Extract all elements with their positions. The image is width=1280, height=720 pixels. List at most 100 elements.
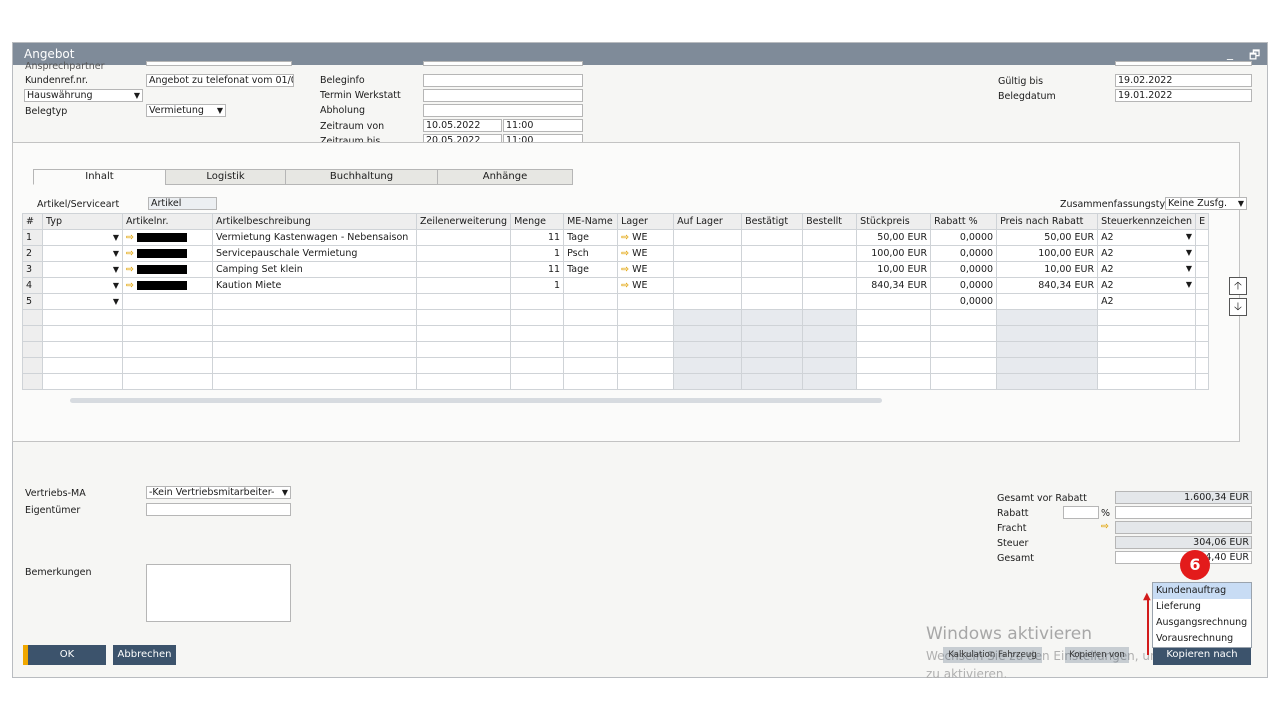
table-cell[interactable] <box>122 309 213 326</box>
table-cell[interactable] <box>415 373 512 390</box>
table-cell[interactable] <box>673 245 743 262</box>
table-cell[interactable] <box>741 373 804 390</box>
table-cell[interactable] <box>856 341 932 358</box>
table-cell[interactable] <box>415 261 512 278</box>
table-cell[interactable] <box>415 293 512 310</box>
table-cell[interactable]: ⇨ WE <box>617 261 675 278</box>
table-cell[interactable] <box>856 293 932 310</box>
table-cell[interactable] <box>1195 341 1210 358</box>
ok-button[interactable]: OK <box>28 645 106 665</box>
table-cell[interactable] <box>510 341 565 358</box>
table-cell[interactable] <box>1097 309 1197 326</box>
artikelnr-cell[interactable] <box>122 293 213 310</box>
table-cell[interactable]: A2 ▼ <box>1097 245 1197 262</box>
table-cell[interactable] <box>1195 325 1210 342</box>
table-cell[interactable]: Tage <box>563 261 619 278</box>
table-cell[interactable] <box>996 373 1099 390</box>
table-cell[interactable] <box>617 373 675 390</box>
table-cell[interactable] <box>415 245 512 262</box>
move-down-icon[interactable]: 🡣 <box>1229 298 1247 316</box>
table-cell[interactable] <box>996 293 1099 310</box>
table-cell[interactable] <box>122 325 213 342</box>
tab-inhalt[interactable]: Inhalt <box>33 169 166 185</box>
chevron-down-icon[interactable]: ▼ <box>1186 264 1192 273</box>
table-cell[interactable] <box>510 357 565 374</box>
table-row-empty[interactable] <box>22 325 1210 342</box>
table-cell[interactable]: 5 <box>22 293 43 310</box>
table-cell[interactable]: 50,00 EUR <box>856 229 932 246</box>
table-cell[interactable]: 11 <box>510 261 565 278</box>
buchungsdatum-field[interactable] <box>1115 61 1252 66</box>
typ-select[interactable]: ▼ <box>42 261 123 278</box>
table-cell[interactable] <box>212 293 417 310</box>
fracht-link-arrow-icon[interactable]: ⇨ <box>1101 521 1109 532</box>
table-cell[interactable] <box>802 229 858 246</box>
table-cell[interactable]: ⇨ WE <box>617 277 675 294</box>
table-cell[interactable] <box>930 373 998 390</box>
menu-item-lieferung[interactable]: Lieferung <box>1153 599 1251 615</box>
table-cell[interactable] <box>996 325 1099 342</box>
abbrechen-button[interactable]: Abbrechen <box>113 645 176 665</box>
table-cell[interactable] <box>930 357 998 374</box>
table-row-empty[interactable] <box>22 341 1210 358</box>
table-cell[interactable]: 100,00 EUR <box>996 245 1099 262</box>
table-cell[interactable] <box>22 357 43 374</box>
table-cell[interactable] <box>617 309 675 326</box>
typ-select[interactable]: ▼ <box>42 277 123 294</box>
menu-item-ausgangsrechnung[interactable]: Ausgangsrechnung <box>1153 615 1251 631</box>
rabatt-value-field[interactable] <box>1115 506 1252 519</box>
table-cell[interactable] <box>802 293 858 310</box>
table-row[interactable]: 1 ▼ ⇨ Vermietung Kastenwagen - Nebensaison… <box>22 229 1210 246</box>
table-cell[interactable]: 2 <box>22 245 43 262</box>
table-cell[interactable] <box>22 341 43 358</box>
table-cell[interactable] <box>212 325 417 342</box>
table-cell[interactable]: 0,0000 <box>930 261 998 278</box>
table-cell[interactable] <box>673 325 743 342</box>
chevron-down-icon[interactable]: ▼ <box>1186 248 1192 257</box>
table-cell[interactable] <box>1195 293 1210 310</box>
kopieren-nach-button[interactable]: Kopieren nach <box>1153 645 1251 665</box>
rabatt-percent-field[interactable] <box>1063 506 1099 519</box>
table-cell[interactable] <box>673 293 743 310</box>
artikelnr-cell[interactable]: ⇨ <box>122 277 213 294</box>
belegdatum-field[interactable]: 19.01.2022 <box>1115 89 1252 102</box>
tab-logistik[interactable]: Logistik <box>165 169 286 185</box>
tab-anhaenge[interactable]: Anhänge <box>437 169 573 185</box>
col-header[interactable]: Lager <box>617 213 675 230</box>
table-cell[interactable]: ⇨ WE <box>617 229 675 246</box>
table-cell[interactable] <box>563 341 619 358</box>
col-header[interactable]: E <box>1195 213 1210 230</box>
table-cell[interactable]: 11 <box>510 229 565 246</box>
table-cell[interactable] <box>415 325 512 342</box>
table-cell[interactable] <box>802 325 858 342</box>
table-cell[interactable] <box>741 245 804 262</box>
table-cell[interactable] <box>510 325 565 342</box>
table-cell[interactable] <box>673 309 743 326</box>
tab-buchhaltung[interactable]: Buchhaltung <box>285 169 438 185</box>
table-cell[interactable] <box>415 277 512 294</box>
table-cell[interactable] <box>802 245 858 262</box>
zeitraum-von-time[interactable]: 11:00 <box>503 119 583 132</box>
table-cell[interactable]: 840,34 EUR <box>996 277 1099 294</box>
table-cell[interactable] <box>1195 309 1210 326</box>
col-header[interactable]: # <box>22 213 43 230</box>
table-cell[interactable] <box>617 357 675 374</box>
table-cell[interactable] <box>212 309 417 326</box>
minimize-button[interactable]: _ <box>1227 46 1233 60</box>
table-cell[interactable]: 100,00 EUR <box>856 245 932 262</box>
table-cell[interactable] <box>673 357 743 374</box>
typ-select[interactable]: ▼ <box>42 293 123 310</box>
col-header[interactable]: Auf Lager <box>673 213 743 230</box>
table-row[interactable]: 5 ▼ 0,0000 A2 <box>22 293 1210 310</box>
kundenref-field[interactable]: Angebot zu telefonat vom 01/01/ <box>146 74 294 87</box>
gueltig-bis-field[interactable]: 19.02.2022 <box>1115 74 1252 87</box>
move-up-icon[interactable]: 🡡 <box>1229 277 1247 295</box>
table-cell[interactable]: 4 <box>22 277 43 294</box>
table-cell[interactable]: 1 <box>510 245 565 262</box>
table-cell[interactable] <box>673 261 743 278</box>
table-cell[interactable] <box>1097 341 1197 358</box>
menu-item-vorausrechnung[interactable]: Vorausrechnung <box>1153 631 1251 647</box>
table-cell[interactable]: 50,00 EUR <box>996 229 1099 246</box>
table-cell[interactable] <box>22 309 43 326</box>
table-cell[interactable]: 840,34 EUR <box>856 277 932 294</box>
